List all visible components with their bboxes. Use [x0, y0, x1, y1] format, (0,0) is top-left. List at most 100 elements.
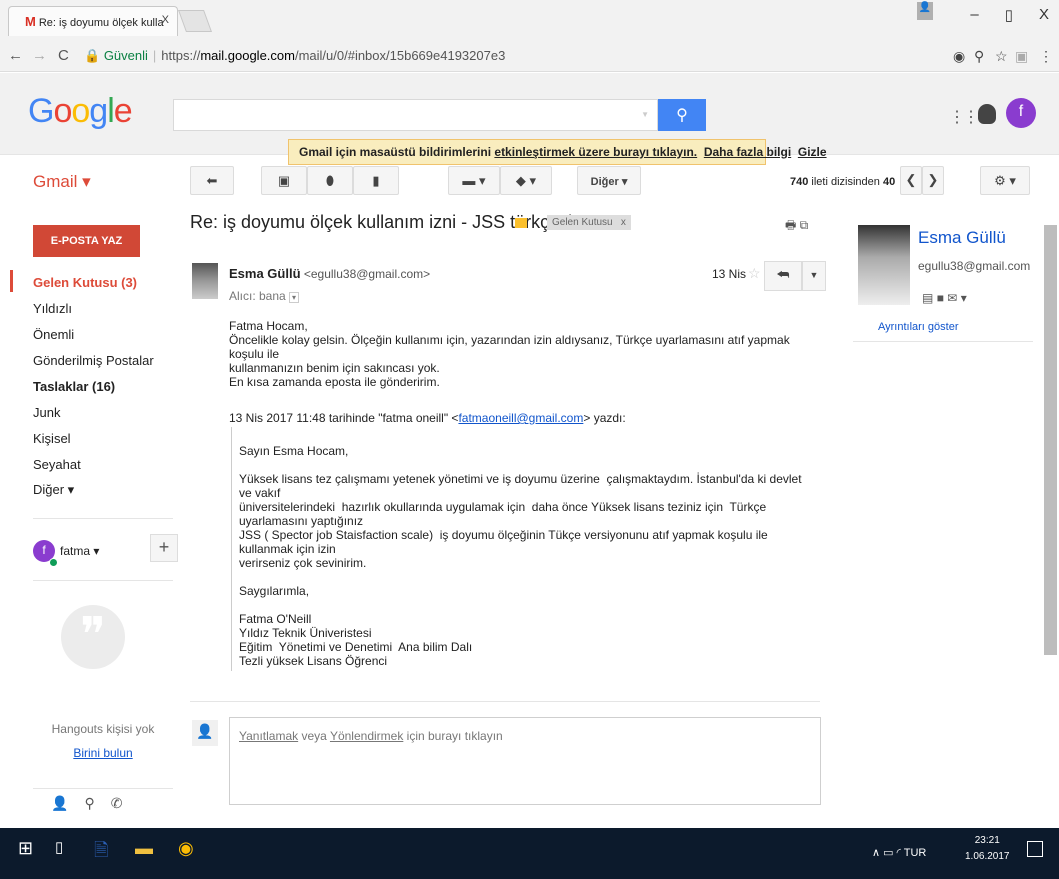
address-bar: ← → C 🔒 Güvenli | https://mail.google.com/…: [0, 40, 1059, 72]
archive-icon: ▣: [277, 173, 291, 188]
settings-button[interactable]: ⚙ ▾: [980, 166, 1030, 195]
recipient-line[interactable]: Alıcı: bana ▾: [229, 289, 300, 303]
windows-start-icon[interactable]: ⊞: [18, 838, 33, 859]
labels-button[interactable]: ◆ ▾: [500, 166, 552, 195]
bookmark-star-icon[interactable]: ☆: [995, 48, 1008, 65]
trash-icon: ▮: [372, 173, 380, 188]
search-options-icon[interactable]: ▼: [641, 110, 649, 119]
notice-hide-link[interactable]: Gizle: [798, 145, 827, 159]
new-hangout-button[interactable]: +: [150, 534, 178, 562]
inbox-label-badge[interactable]: Gelen Kutusu x: [547, 215, 631, 230]
search-input[interactable]: ▼: [173, 99, 658, 131]
chrome-menu-icon[interactable]: ⋮: [1039, 48, 1053, 65]
notice-learn-more-link[interactable]: Daha fazla bilgi: [704, 145, 791, 159]
extension-pdf-icon[interactable]: ▣: [1015, 48, 1028, 65]
maximize-button[interactable]: ▯: [1005, 6, 1013, 24]
action-center-icon[interactable]: [1027, 841, 1043, 857]
sidebar-item-drafts[interactable]: Taslaklar (16): [33, 379, 115, 394]
sidebar-item-junk[interactable]: Junk: [33, 405, 60, 420]
language-indicator[interactable]: TUR: [904, 847, 927, 859]
clock[interactable]: 23:21 1.06.2017: [965, 833, 1010, 865]
chevron-down-icon: ▼: [809, 270, 819, 280]
chat-icon[interactable]: ▤: [922, 291, 933, 305]
file-explorer-icon[interactable]: ▬: [135, 838, 153, 859]
key-icon[interactable]: ⚲: [974, 48, 984, 65]
sidebar-item-inbox[interactable]: Gelen Kutusu (3): [33, 275, 137, 290]
chevron-up-icon[interactable]: ∧: [872, 847, 880, 859]
wifi-icon[interactable]: ◜: [897, 847, 901, 859]
search-button[interactable]: ⚲: [658, 99, 706, 131]
hangouts-find-container: Birini bulun: [33, 746, 173, 760]
sidebar-item-more[interactable]: Diğer ▾: [33, 482, 74, 498]
extension-icon[interactable]: ◉: [953, 48, 965, 65]
reload-icon[interactable]: C: [58, 47, 69, 64]
contact-name[interactable]: Esma Güllü: [918, 228, 1006, 248]
print-icon[interactable]: 🖶 ⧉: [785, 216, 808, 237]
archive-button[interactable]: ▣: [261, 166, 307, 195]
contact-email: egullu38@gmail.com: [918, 259, 1031, 273]
compose-button[interactable]: E-POSTA YAZ: [33, 225, 140, 257]
chevron-down-icon[interactable]: ▾: [961, 291, 967, 305]
sidebar-item-starred[interactable]: Yıldızlı: [33, 301, 72, 316]
gmail-menu[interactable]: Gmail ▾: [33, 172, 91, 192]
delete-button[interactable]: ▮: [353, 166, 399, 195]
chrome-icon[interactable]: ◉: [178, 838, 194, 859]
sidebar-item-travel[interactable]: Seyahat: [33, 457, 81, 472]
google-logo[interactable]: Google: [28, 92, 133, 131]
forward-link[interactable]: Yönlendirmek: [330, 729, 403, 743]
reply-button[interactable]: ⮪: [764, 261, 802, 291]
tab-close-icon[interactable]: X: [162, 14, 169, 26]
mail-icon[interactable]: ✉: [947, 291, 957, 305]
spam-icon: ⬮: [325, 173, 335, 188]
importance-marker-icon[interactable]: [515, 218, 527, 228]
gmail-favicon-icon: M: [25, 14, 36, 29]
older-button[interactable]: ❯: [922, 166, 944, 195]
more-actions-button[interactable]: Diğer ▾: [577, 166, 641, 195]
video-icon[interactable]: ■: [937, 291, 944, 305]
show-details-link[interactable]: Ayrıntıları göster: [878, 321, 959, 333]
security-label: Güvenli: [103, 48, 148, 63]
forward-arrow-icon[interactable]: →: [32, 47, 47, 64]
sidebar-item-important[interactable]: Önemli: [33, 327, 74, 342]
back-arrow-icon[interactable]: ←: [8, 47, 23, 64]
newer-button[interactable]: ❮: [900, 166, 922, 195]
scrollbar[interactable]: [1044, 225, 1057, 655]
back-to-inbox-button[interactable]: ⬅: [190, 166, 234, 195]
sidebar-item-sent[interactable]: Gönderilmiş Postalar: [33, 353, 154, 368]
find-someone-link[interactable]: Birini bulun: [73, 746, 132, 760]
recipient-details-icon[interactable]: ▾: [289, 292, 300, 303]
chat-tab-icon[interactable]: ⚲: [84, 795, 94, 818]
reply-box[interactable]: Yanıtlamak veya Yönlendirmek için burayı…: [229, 717, 821, 805]
word-icon[interactable]: 🗎: [94, 838, 108, 868]
close-window-button[interactable]: X: [1039, 6, 1049, 24]
url-field[interactable]: 🔒 Güvenli | https://mail.google.com/mail/u…: [84, 44, 934, 68]
hangouts-quote-icon: ❞: [61, 605, 125, 669]
profile-avatar[interactable]: f: [1006, 98, 1036, 128]
quoted-sender-email-link[interactable]: fatmaoneill@gmail.com: [458, 411, 583, 425]
notice-enable-link[interactable]: etkinleştirmek üzere burayı tıklayın.: [494, 145, 697, 159]
report-spam-button[interactable]: ⬮: [307, 166, 353, 195]
contacts-tab-icon[interactable]: 👤: [51, 795, 68, 818]
browser-tab[interactable]: M Re: iş doyumu ölçek kulla X: [8, 6, 178, 36]
star-icon[interactable]: ☆: [748, 265, 761, 282]
move-to-button[interactable]: ▬ ▾: [448, 166, 500, 195]
selected-indicator: [10, 270, 13, 292]
browser-profile-icon[interactable]: 👤: [917, 2, 933, 20]
notifications-icon[interactable]: [978, 104, 996, 124]
battery-icon[interactable]: ▭: [883, 847, 893, 859]
plus-icon: +: [158, 537, 170, 557]
phone-tab-icon[interactable]: ✆: [111, 795, 123, 818]
minimize-button[interactable]: –: [970, 6, 978, 24]
sender-name: Esma Güllü: [229, 266, 301, 281]
message-body: Fatma Hocam, Öncelikle kolay gelsin. Ölç…: [229, 319, 790, 389]
sidebar-item-personal[interactable]: Kişisel: [33, 431, 71, 446]
hangouts-user-menu[interactable]: fatma ▾: [60, 544, 99, 558]
sender[interactable]: Esma Güllü <egullu38@gmail.com>: [229, 266, 430, 281]
quoted-message: Sayın Esma Hocam, Yüksek lisans tez çalı…: [239, 444, 802, 668]
lock-icon: 🔒: [84, 48, 101, 63]
quote-bar: [231, 427, 232, 671]
task-view-icon[interactable]: ▯: [55, 838, 63, 856]
user-avatar-icon: 👤: [192, 720, 218, 746]
more-options-button[interactable]: ▼: [802, 261, 826, 291]
reply-link[interactable]: Yanıtlamak: [239, 729, 298, 743]
